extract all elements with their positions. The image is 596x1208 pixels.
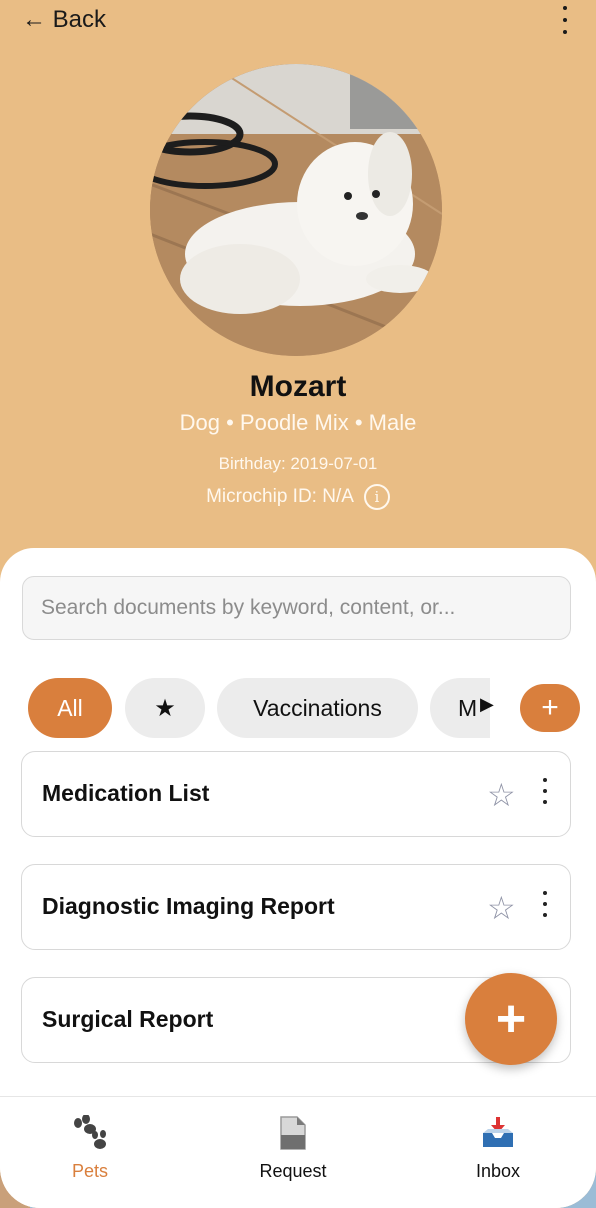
filter-chips: All ★ Vaccinations M ▶ + xyxy=(28,678,588,738)
add-category-button[interactable]: + xyxy=(520,684,580,732)
back-button[interactable]: ← Back xyxy=(22,6,106,34)
tab-pets[interactable]: Pets xyxy=(30,1113,150,1182)
document-card[interactable]: Diagnostic Imaging Report ☆ xyxy=(21,864,571,950)
filter-chip-all[interactable]: All xyxy=(28,678,112,738)
document-title: Surgical Report xyxy=(42,1006,214,1032)
pet-name: Mozart xyxy=(249,370,347,403)
pet-birthday: Birthday: 2019-07-01 xyxy=(218,454,378,473)
star-outline-icon[interactable]: ☆ xyxy=(487,776,516,814)
app-screen: ← Back Mozart Dog • Poodle Mix • Male Bi… xyxy=(0,0,596,1208)
star-outline-icon[interactable]: ☆ xyxy=(487,889,516,927)
tab-inbox[interactable]: Inbox xyxy=(438,1113,558,1182)
star-filled-icon: ★ xyxy=(154,694,176,722)
pet-details: Dog • Poodle Mix • Male xyxy=(179,410,417,435)
pet-photo xyxy=(150,64,442,356)
tab-request[interactable]: Request xyxy=(233,1113,353,1182)
add-document-button[interactable]: + xyxy=(465,973,557,1065)
document-card[interactable]: Medication List ☆ xyxy=(21,751,571,837)
back-label: ← Back xyxy=(22,6,107,33)
document-more-icon[interactable] xyxy=(538,891,552,917)
search-placeholder: Search documents by keyword, content, or… xyxy=(41,596,456,619)
paw-icon xyxy=(30,1113,150,1153)
tab-pets-label: Pets xyxy=(71,1161,109,1181)
filter-chip-vaccinations[interactable]: Vaccinations xyxy=(217,678,418,738)
more-vertical-icon[interactable] xyxy=(558,2,572,38)
scroll-right-icon[interactable]: ▶ xyxy=(480,694,494,715)
document-more-icon[interactable] xyxy=(538,778,552,804)
search-input[interactable]: Search documents by keyword, content, or… xyxy=(22,576,571,640)
pet-microchip: Microchip ID: N/A i xyxy=(0,484,596,510)
document-title: Medication List xyxy=(42,780,210,806)
bottom-tab-bar: Pets Request Inbox xyxy=(0,1096,596,1208)
filter-chip-starred[interactable]: ★ xyxy=(125,678,205,738)
document-icon xyxy=(233,1113,353,1153)
info-icon[interactable]: i xyxy=(363,484,390,510)
document-title: Diagnostic Imaging Report xyxy=(42,893,335,919)
microchip-label: Microchip ID: N/A xyxy=(206,486,354,507)
tab-request-label: Request xyxy=(259,1161,327,1181)
inbox-tray-icon xyxy=(438,1113,558,1153)
top-bar: ← Back xyxy=(0,0,596,42)
tab-inbox-label: Inbox xyxy=(475,1161,521,1181)
